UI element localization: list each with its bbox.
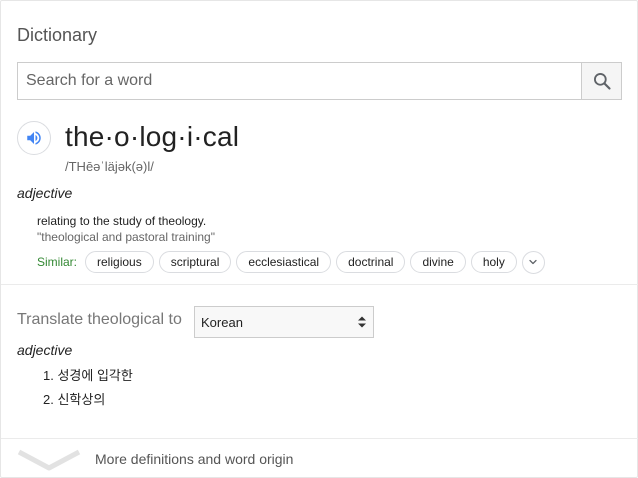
similar-chip[interactable]: holy xyxy=(470,251,517,273)
translation-list: 1. 성경에 입각한 2. 신학상의 xyxy=(43,367,133,415)
similar-chip[interactable]: religious xyxy=(85,251,154,273)
section-divider xyxy=(1,438,638,439)
search-bar xyxy=(17,62,622,100)
part-of-speech: adjective xyxy=(17,185,73,201)
search-button[interactable] xyxy=(581,63,621,99)
similar-label: Similar: xyxy=(37,255,78,269)
speaker-icon xyxy=(27,131,41,145)
example-text: "theological and pastoral training" xyxy=(37,230,215,244)
translate-label: Translate theological to xyxy=(17,311,182,328)
language-select[interactable]: Korean xyxy=(194,306,374,338)
pronunciation-button[interactable] xyxy=(17,121,51,155)
translation-item: 2. 신학상의 xyxy=(43,392,106,407)
more-definitions-toggle[interactable] xyxy=(17,449,81,476)
section-divider xyxy=(1,284,638,285)
similar-chip[interactable]: divine xyxy=(410,251,466,273)
similar-words-row: Similar: religious scriptural ecclesiast… xyxy=(37,250,545,274)
phonetic-spelling: /THēəˈläjək(ə)l/ xyxy=(65,159,154,174)
headword: the·o·log·i·cal xyxy=(65,121,240,152)
similar-chip[interactable]: scriptural xyxy=(158,251,232,273)
up-down-arrows-icon xyxy=(358,316,366,328)
search-icon xyxy=(593,73,611,90)
definition-text: relating to the study of theology. xyxy=(37,214,207,228)
more-definitions-link[interactable]: More definitions and word origin xyxy=(95,451,293,467)
chevron-down-icon xyxy=(529,259,537,265)
translation-part-of-speech: adjective xyxy=(17,342,73,358)
expand-similar-button[interactable] xyxy=(521,250,545,274)
search-input[interactable] xyxy=(18,63,581,99)
translation-item: 1. 성경에 입각한 xyxy=(43,368,133,383)
similar-chip[interactable]: ecclesiastical xyxy=(236,251,332,273)
card-title: Dictionary xyxy=(17,25,98,45)
chevron-down-icon xyxy=(17,449,81,471)
similar-chip[interactable]: doctrinal xyxy=(336,251,406,273)
language-select-value: Korean xyxy=(201,314,243,330)
dictionary-card: Dictionary the·o·log·i·cal /THēəˈläjək(ə… xyxy=(0,0,638,478)
